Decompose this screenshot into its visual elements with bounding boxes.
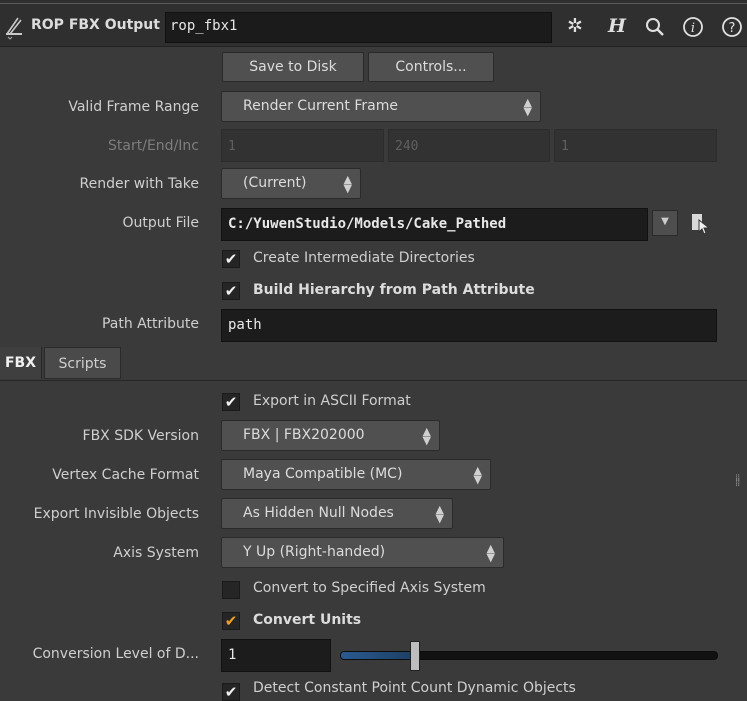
tab-scripts[interactable]: Scripts [44, 347, 121, 379]
conversion-level-slider[interactable] [340, 651, 718, 660]
end-field: 240 [388, 129, 550, 162]
axis-system-menu[interactable]: Y Up (Right-handed) ▲ ▼ [221, 537, 504, 568]
start-end-inc-label: Start/End/Inc [108, 138, 199, 154]
info-icon[interactable]: i [681, 13, 705, 39]
path-attribute-field[interactable]: path [221, 309, 717, 342]
output-file-dropdown-button[interactable]: ▼ [652, 210, 678, 236]
help-h-icon[interactable]: H [605, 13, 629, 39]
menu-arrows-icon: ▲ ▼ [473, 464, 482, 486]
svg-text:?: ? [729, 21, 736, 36]
gear-icon[interactable]: ✲ [563, 13, 587, 39]
vertex-cache-format-label: Vertex Cache Format [52, 467, 199, 483]
render-with-take-label: Render with Take [79, 176, 199, 192]
file-chooser-icon[interactable] [690, 212, 712, 236]
svg-text:i: i [691, 21, 695, 36]
tab-fbx[interactable]: FBX [0, 347, 42, 379]
node-name-field[interactable]: rop_fbx1 [165, 12, 552, 43]
menu-arrows-icon: ▲ ▼ [435, 503, 444, 525]
fbx-sdk-version-label: FBX SDK Version [82, 428, 199, 444]
export-invisible-objects-label: Export Invisible Objects [33, 506, 199, 522]
inc-field: 1 [554, 129, 717, 162]
build-hierarchy-checkbox[interactable]: ✔ [222, 282, 240, 300]
conversion-level-field[interactable]: 1 [221, 639, 331, 672]
search-icon[interactable] [643, 13, 667, 39]
valid-frame-range-value: Render Current Frame [243, 98, 398, 114]
create-dirs-label: Create Intermediate Directories [253, 250, 475, 266]
vertex-cache-format-value: Maya Compatible (MC) [243, 466, 403, 482]
convert-axis-label: Convert to Specified Axis System [253, 580, 486, 596]
axis-system-label: Axis System [113, 545, 199, 561]
convert-axis-checkbox[interactable] [222, 581, 240, 599]
controls-button[interactable]: Controls... [368, 52, 494, 82]
convert-units-checkbox[interactable]: ✔ [222, 612, 240, 630]
fbx-sdk-version-value: FBX | FBX202000 [243, 427, 365, 443]
build-hierarchy-label: Build Hierarchy from Path Attribute [253, 282, 535, 298]
question-icon[interactable]: ? [720, 13, 744, 39]
node-type-label: ROP FBX Output [31, 17, 160, 33]
render-with-take-menu[interactable]: (Current) ▲ ▼ [221, 168, 361, 199]
export-ascii-checkbox[interactable]: ✔ [222, 393, 240, 411]
render-with-take-value: (Current) [243, 175, 307, 191]
menu-arrows-icon: ▲ ▼ [422, 425, 431, 447]
valid-frame-range-label: Valid Frame Range [68, 99, 199, 115]
export-invisible-objects-value: As Hidden Null Nodes [243, 505, 394, 521]
create-dirs-checkbox[interactable]: ✔ [222, 250, 240, 268]
menu-arrows-icon: ▲ ▼ [486, 542, 495, 564]
export-invisible-objects-menu[interactable]: As Hidden Null Nodes ▲ ▼ [221, 498, 453, 529]
node-icon[interactable] [4, 14, 26, 40]
valid-frame-range-menu[interactable]: Render Current Frame ▲ ▼ [221, 91, 541, 122]
convert-units-label: Convert Units [253, 612, 362, 628]
export-ascii-label: Export in ASCII Format [253, 393, 411, 409]
output-file-label: Output File [122, 215, 199, 231]
path-attribute-label: Path Attribute [101, 316, 199, 332]
detect-constant-label: Detect Constant Point Count Dynamic Obje… [253, 680, 576, 696]
save-to-disk-button[interactable]: Save to Disk [222, 52, 364, 82]
vertex-cache-format-menu[interactable]: Maya Compatible (MC) ▲ ▼ [221, 459, 491, 490]
fbx-sdk-version-menu[interactable]: FBX | FBX202000 ▲ ▼ [221, 420, 440, 451]
output-file-field[interactable]: C:/YuwenStudio/Models/Cake_Pathed [221, 208, 648, 241]
menu-arrows-icon: ▲ ▼ [523, 96, 532, 118]
conversion-level-label: Conversion Level of D... [32, 646, 199, 662]
detect-constant-checkbox[interactable]: ✔ [222, 683, 240, 701]
panel-resize-grip[interactable]: ⁞⁞ ⁞⁞ [735, 474, 745, 492]
menu-arrows-icon: ▲ ▼ [343, 173, 352, 195]
axis-system-value: Y Up (Right-handed) [243, 544, 386, 560]
slider-handle[interactable] [410, 641, 420, 671]
start-field: 1 [221, 129, 384, 162]
